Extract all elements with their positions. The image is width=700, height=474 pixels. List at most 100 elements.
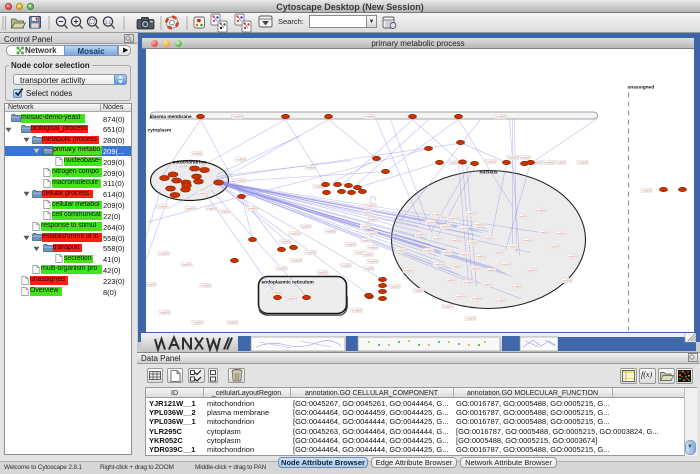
svg-text:Yxx000: Yxx000	[300, 224, 310, 228]
svg-text:Yxx000: Yxx000	[495, 298, 505, 302]
svg-text:Yxx000: Yxx000	[432, 236, 442, 240]
svg-text:Yxx000: Yxx000	[340, 263, 350, 267]
svg-text:Yxx000: Yxx000	[511, 284, 521, 288]
svg-text:Yxx000: Yxx000	[285, 296, 295, 300]
svg-text:Yxx000: Yxx000	[364, 114, 374, 118]
svg-text:Yxx000: Yxx000	[276, 266, 286, 270]
svg-text:Yxx000: Yxx000	[459, 252, 469, 256]
svg-text:Yxx000: Yxx000	[206, 206, 216, 210]
svg-text:1:1: 1:1	[105, 20, 112, 25]
svg-text:Yxx000: Yxx000	[232, 114, 242, 118]
svg-text:nucleus: nucleus	[479, 169, 497, 175]
svg-text:Yxx000: Yxx000	[535, 208, 545, 212]
svg-text:Yxx000: Yxx000	[577, 160, 587, 164]
svg-text:Yxx000: Yxx000	[492, 250, 502, 254]
svg-text:Yxx000: Yxx000	[200, 283, 210, 287]
svg-text:Yxx000: Yxx000	[415, 232, 425, 236]
svg-text:Yxx000: Yxx000	[440, 224, 450, 228]
svg-text:Yxx000: Yxx000	[485, 268, 495, 272]
svg-text:Yxx000: Yxx000	[448, 160, 458, 164]
svg-text:Yxx000: Yxx000	[641, 188, 651, 192]
svg-text:Yxx000: Yxx000	[561, 278, 571, 282]
svg-text:Yxx000: Yxx000	[475, 254, 485, 258]
svg-text:Yxx000: Yxx000	[567, 254, 577, 258]
svg-text:Yxx000: Yxx000	[317, 270, 327, 274]
svg-text:Yxx000: Yxx000	[280, 239, 290, 243]
svg-text:Yxx000: Yxx000	[227, 320, 237, 324]
svg-text:Yxx000: Yxx000	[191, 151, 201, 155]
svg-text:Yxx000: Yxx000	[451, 264, 461, 268]
svg-text:Yxx000: Yxx000	[465, 316, 475, 320]
svg-text:Yxx000: Yxx000	[465, 211, 475, 215]
svg-text:Yxx000: Yxx000	[235, 178, 245, 182]
svg-text:Yxx000: Yxx000	[495, 114, 505, 118]
svg-text:Yxx000: Yxx000	[158, 251, 168, 255]
svg-text:Yxx000: Yxx000	[157, 204, 167, 208]
svg-text:Yxx000: Yxx000	[445, 278, 455, 282]
svg-text:Yxx000: Yxx000	[519, 155, 529, 159]
svg-text:Yxx000: Yxx000	[181, 262, 191, 266]
svg-text:unassigned: unassigned	[627, 84, 654, 90]
svg-text:Yxx000: Yxx000	[185, 206, 195, 210]
svg-text:Yxx000: Yxx000	[325, 229, 335, 233]
svg-text:Yxx000: Yxx000	[522, 238, 532, 242]
svg-text:Yxx000: Yxx000	[361, 238, 371, 242]
svg-text:Yxx000: Yxx000	[365, 203, 375, 207]
svg-text:Yxx000: Yxx000	[271, 290, 281, 294]
svg-text:Yxx000: Yxx000	[538, 230, 548, 234]
svg-text:Yxx000: Yxx000	[192, 320, 202, 324]
svg-text:Yxx000: Yxx000	[403, 268, 413, 272]
svg-text:Yxx000: Yxx000	[447, 216, 457, 220]
svg-text:Yxx000: Yxx000	[247, 206, 257, 210]
svg-text:Yxx000: Yxx000	[146, 282, 156, 286]
svg-text:Yxx000: Yxx000	[351, 308, 361, 312]
svg-text:Yxx000: Yxx000	[471, 296, 481, 300]
svg-text:Yxx000: Yxx000	[483, 236, 493, 240]
svg-text:Yxx000: Yxx000	[423, 248, 433, 252]
svg-text:Yxx000: Yxx000	[289, 231, 299, 235]
svg-text:Yxx000: Yxx000	[548, 244, 558, 248]
svg-text:Yxx000: Yxx000	[389, 284, 399, 288]
svg-text:Yxx000: Yxx000	[543, 160, 553, 164]
svg-text:plasma membrane: plasma membrane	[149, 114, 191, 120]
svg-text:Yxx000: Yxx000	[431, 212, 441, 216]
svg-text:Yxx000: Yxx000	[360, 224, 370, 228]
svg-text:Yxx000: Yxx000	[507, 155, 517, 159]
svg-text:Yxx000: Yxx000	[517, 214, 527, 218]
svg-text:Yxx000: Yxx000	[361, 210, 371, 214]
svg-text:Yxx000: Yxx000	[159, 310, 169, 314]
svg-text:Yxx000: Yxx000	[345, 242, 355, 246]
svg-text:Yxx000: Yxx000	[219, 209, 229, 213]
svg-text:Yxx000: Yxx000	[367, 259, 377, 263]
svg-text:Yxx000: Yxx000	[525, 268, 535, 272]
svg-text:Yxx000: Yxx000	[481, 282, 491, 286]
svg-text:Yxx000: Yxx000	[366, 231, 376, 235]
svg-text:Yxx000: Yxx000	[507, 244, 517, 248]
svg-text:Yxx000: Yxx000	[413, 288, 423, 292]
svg-text:Yxx000: Yxx000	[291, 258, 301, 262]
svg-text:Yxx000: Yxx000	[362, 252, 372, 256]
svg-text:Yxx000: Yxx000	[463, 280, 473, 284]
svg-text:Yxx000: Yxx000	[442, 304, 452, 308]
svg-text:Yxx000: Yxx000	[441, 250, 451, 254]
svg-text:Yxx000: Yxx000	[555, 160, 565, 164]
svg-text:Yxx000: Yxx000	[175, 164, 185, 168]
svg-text:Yxx000: Yxx000	[433, 262, 443, 266]
svg-text:Yxx000: Yxx000	[555, 231, 565, 235]
svg-text:Yxx000: Yxx000	[367, 245, 377, 249]
svg-text:Yxx000: Yxx000	[425, 220, 435, 224]
svg-text:Yxx000: Yxx000	[455, 294, 465, 298]
svg-text:Yxx000: Yxx000	[467, 240, 477, 244]
svg-text:Yxx000: Yxx000	[395, 248, 405, 252]
svg-text:Yxx000: Yxx000	[363, 266, 373, 270]
svg-text:Yxx000: Yxx000	[500, 262, 510, 266]
svg-text:Yxx000: Yxx000	[305, 250, 315, 254]
svg-text:Yxx000: Yxx000	[305, 165, 315, 169]
svg-text:Yxx000: Yxx000	[197, 191, 207, 195]
svg-text:Yxx000: Yxx000	[469, 266, 479, 270]
svg-text:Yxx000: Yxx000	[457, 226, 467, 230]
svg-text:Yxx000: Yxx000	[235, 157, 245, 161]
svg-text:Yxx000: Yxx000	[367, 217, 377, 221]
svg-text:Yxx000: Yxx000	[450, 238, 460, 242]
svg-text:Yxx000: Yxx000	[485, 159, 495, 163]
